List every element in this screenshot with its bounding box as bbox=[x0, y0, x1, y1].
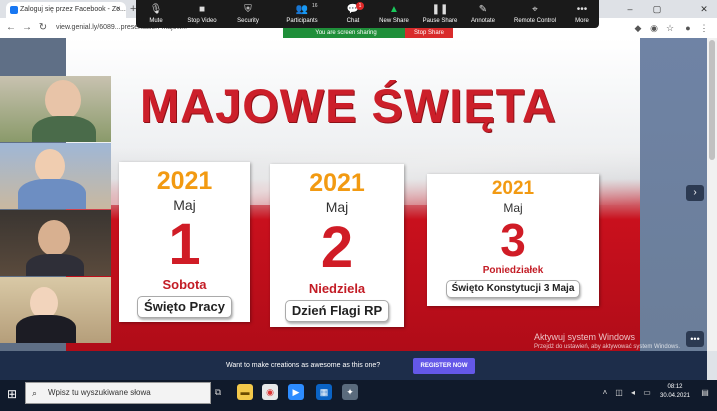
video-camera-icon: ■ bbox=[198, 4, 206, 15]
facebook-icon bbox=[10, 6, 18, 14]
reload-icon[interactable]: ↻ bbox=[36, 20, 50, 36]
extension-icon-2[interactable]: ◉ bbox=[648, 21, 660, 35]
menu-icon[interactable]: ⋮ bbox=[698, 21, 710, 35]
card-holiday-label: Dzień Flagi RP bbox=[284, 300, 390, 322]
new-share-button[interactable]: ▲ New Share bbox=[372, 0, 416, 28]
notifications-icon[interactable]: ▤ bbox=[700, 386, 710, 400]
participants-button[interactable]: 👥 Participants bbox=[278, 0, 326, 28]
participants-count: 16 bbox=[312, 3, 318, 9]
activation-title: Aktywuj system Windows bbox=[534, 332, 636, 342]
profile-avatar[interactable]: ● bbox=[682, 21, 694, 35]
date-card-2: 2021 Maj 2 Niedziela Dzień Flagi RP bbox=[270, 164, 404, 327]
store-icon[interactable]: ▦ bbox=[316, 384, 332, 400]
pencil-icon: ✎ bbox=[478, 4, 488, 15]
shield-icon: ⛨ bbox=[244, 4, 252, 15]
participant-video-tile-3[interactable] bbox=[0, 210, 111, 276]
card-holiday-label: Święto Konstytucji 3 Maja bbox=[445, 280, 581, 298]
file-explorer-icon[interactable]: ▬ bbox=[237, 384, 253, 400]
tray-chevron-icon[interactable]: ˄ bbox=[600, 386, 610, 400]
close-window-button[interactable]: ✕ bbox=[692, 0, 716, 18]
chat-icon: 💬 bbox=[346, 4, 360, 15]
chat-badge: 1 bbox=[356, 2, 364, 10]
annotate-button[interactable]: ✎ Annotate bbox=[462, 0, 504, 28]
stop-video-button[interactable]: ■ Stop Video bbox=[176, 0, 228, 28]
participant-body bbox=[26, 254, 84, 276]
maximize-button[interactable]: ▢ bbox=[645, 0, 669, 18]
card-month: Maj bbox=[325, 199, 349, 215]
search-placeholder: Wpisz tu wyszukiwane słowa bbox=[48, 388, 151, 397]
stop-share-button[interactable]: Stop Share bbox=[405, 28, 453, 38]
card-day: 3 bbox=[500, 214, 526, 266]
card-weekday: Sobota bbox=[162, 277, 207, 292]
card-weekday: Poniedziałek bbox=[482, 265, 544, 276]
security-button[interactable]: ⛨ Security bbox=[228, 0, 268, 28]
date-card-3: 2021 Maj 3 Poniedziałek Święto Konstytuc… bbox=[427, 174, 599, 306]
more-icon: ••• bbox=[576, 4, 588, 15]
search-icon: ⌕ bbox=[32, 388, 38, 398]
participant-face bbox=[35, 149, 65, 183]
windows-start-icon[interactable]: ⊞ bbox=[4, 386, 20, 402]
participant-body bbox=[32, 116, 96, 142]
card-year: 2021 bbox=[309, 169, 365, 197]
remote-control-button[interactable]: ⌖ Remote Control bbox=[506, 0, 564, 28]
date-card-1: 2021 Maj 1 Sobota Święto Pracy bbox=[119, 162, 250, 322]
card-year: 2021 bbox=[491, 178, 535, 199]
more-options-icon[interactable]: ••• bbox=[686, 331, 704, 347]
task-view-icon[interactable]: ⧉ bbox=[210, 384, 226, 400]
language-icon[interactable]: ▭ bbox=[642, 386, 652, 400]
zoom-app-icon[interactable]: ▶ bbox=[288, 384, 304, 400]
card-year: 2021 bbox=[156, 167, 213, 195]
volume-icon[interactable]: ◂ bbox=[628, 386, 638, 400]
bookmark-icon[interactable]: ☆ bbox=[664, 21, 676, 35]
taskbar-search-field[interactable]: ⌕ Wpisz tu wyszukiwane słowa bbox=[25, 382, 211, 404]
pause-icon: ❚❚ bbox=[431, 4, 449, 15]
taskbar-clock[interactable]: 08:12 30.04.2021 bbox=[655, 383, 695, 407]
card-weekday: Niedziela bbox=[308, 281, 366, 296]
app-icon[interactable]: ✦ bbox=[342, 384, 358, 400]
card-day: 1 bbox=[168, 212, 201, 277]
chat-button[interactable]: 💬 Chat bbox=[336, 0, 370, 28]
browser-tab[interactable]: Zaloguj się przez Facebook - Zo... bbox=[6, 2, 126, 18]
more-button[interactable]: ••• More bbox=[566, 0, 598, 28]
share-screen-icon: ▲ bbox=[389, 4, 399, 15]
chrome-icon[interactable]: ◉ bbox=[262, 384, 278, 400]
participant-body bbox=[16, 315, 76, 343]
microphone-icon: 🎙 bbox=[149, 4, 163, 15]
browser-tab-title: Zaloguj się przez Facebook - Zo... bbox=[20, 6, 126, 13]
participant-face bbox=[45, 80, 81, 120]
clock-time: 08:12 bbox=[667, 384, 683, 390]
participant-video-tile-4[interactable] bbox=[0, 277, 111, 343]
network-icon[interactable]: ◫ bbox=[614, 386, 624, 400]
participant-video-tile-1[interactable] bbox=[0, 76, 111, 142]
mute-button[interactable]: 🎙 Mute bbox=[136, 0, 176, 28]
pause-share-button[interactable]: ❚❚ Pause Share bbox=[418, 0, 462, 28]
clock-date: 30.04.2021 bbox=[659, 393, 691, 399]
extension-icon[interactable]: ◆ bbox=[632, 21, 644, 35]
remote-control-icon: ⌖ bbox=[532, 4, 538, 15]
participant-video-tile-2[interactable] bbox=[0, 143, 111, 209]
card-day: 2 bbox=[320, 215, 354, 280]
back-icon[interactable]: ← bbox=[4, 20, 18, 36]
next-slide-arrow-icon[interactable]: › bbox=[686, 185, 704, 201]
minimize-button[interactable]: – bbox=[618, 0, 642, 18]
sharing-status-text: You are screen sharing bbox=[315, 30, 377, 36]
tab-close-icon[interactable]: × bbox=[116, 2, 124, 16]
forward-icon[interactable]: → bbox=[20, 20, 34, 36]
participant-face bbox=[38, 220, 70, 256]
card-holiday-label: Święto Pracy bbox=[137, 296, 232, 318]
slide-title: MAJOWE ŚWIĘTA bbox=[140, 79, 557, 132]
windows-activation-watermark: Aktywuj system Windows Przejdź do ustawi… bbox=[534, 331, 694, 352]
participants-icon: 👥 bbox=[295, 4, 309, 15]
participant-body bbox=[18, 179, 86, 209]
register-now-button[interactable]: REGISTER NOW bbox=[413, 358, 475, 374]
register-banner-text: Want to make creations as awesome as thi… bbox=[226, 362, 381, 369]
scrollbar-thumb[interactable] bbox=[709, 40, 715, 160]
